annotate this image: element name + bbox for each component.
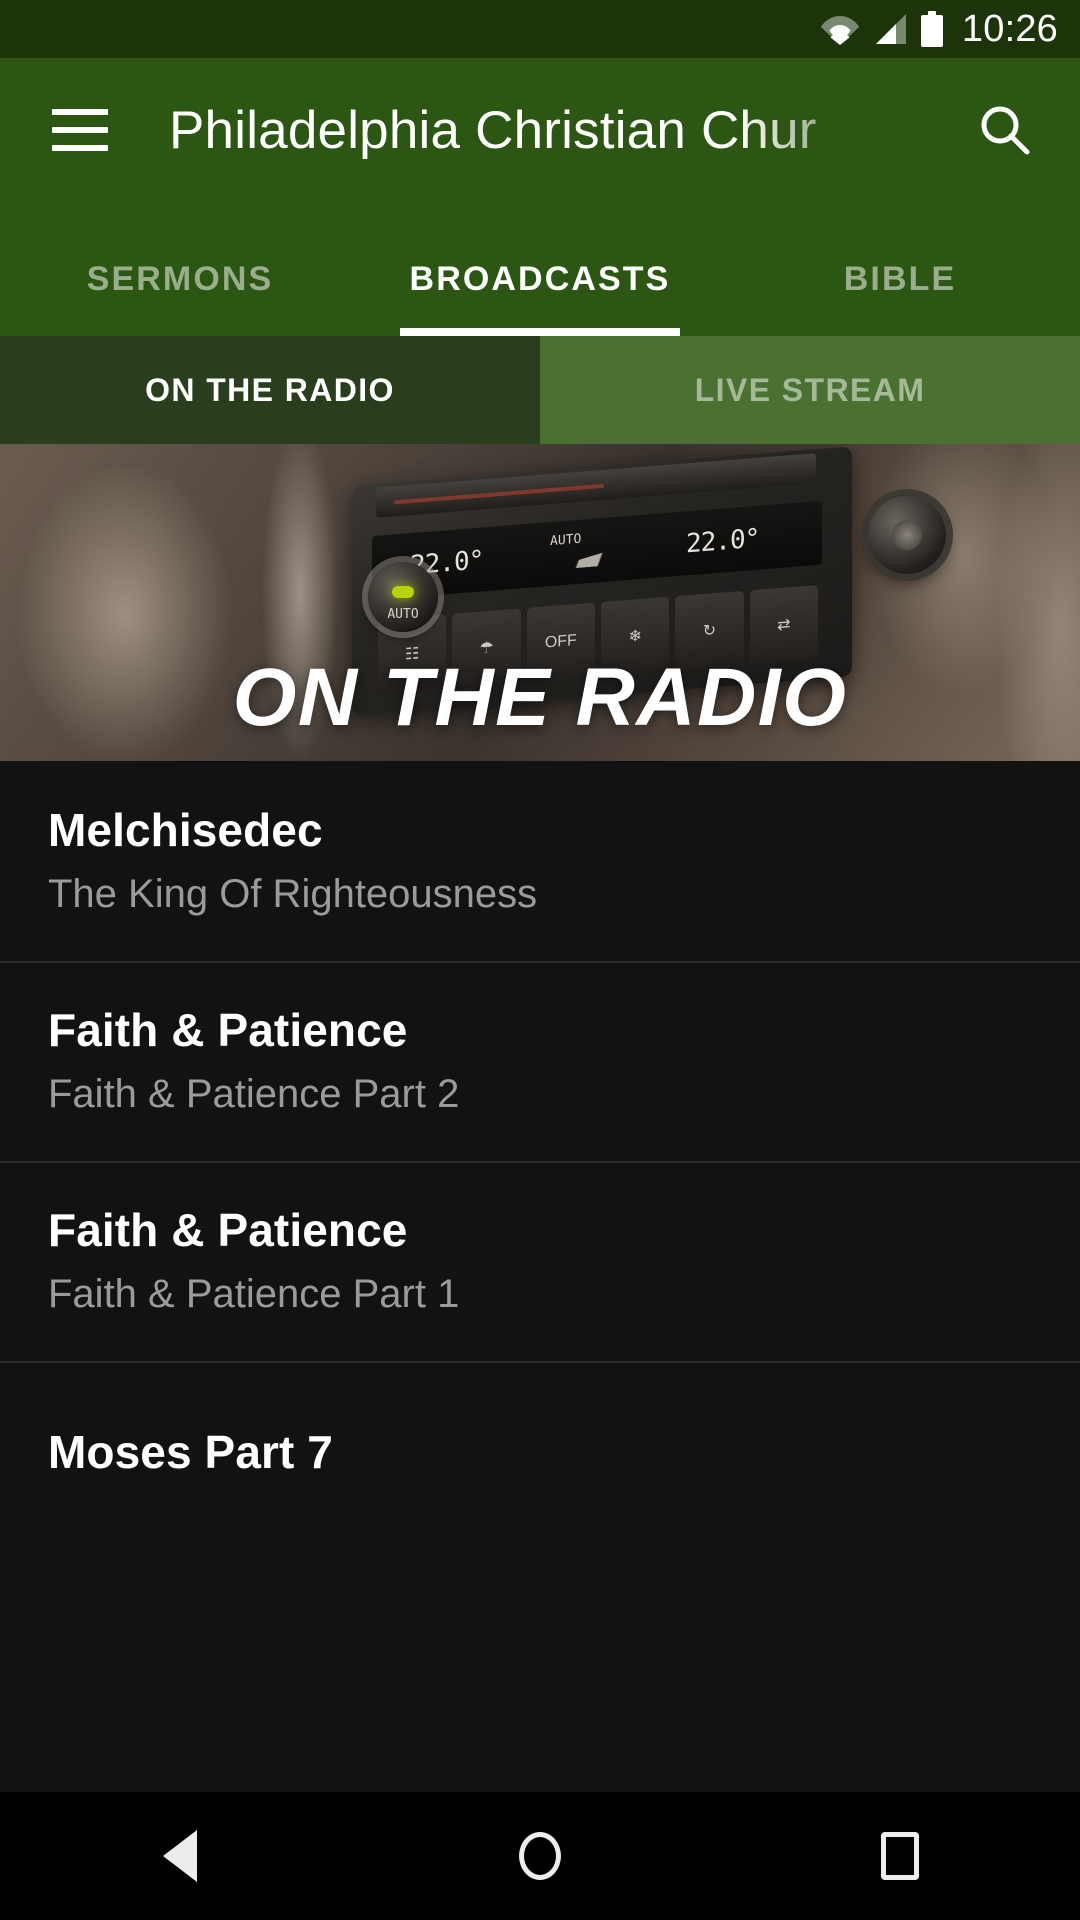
- subtab-on-the-radio[interactable]: ON THE RADIO: [0, 336, 540, 444]
- battery-body: [920, 15, 943, 47]
- hero-overlay-title: ON THE RADIO: [232, 652, 848, 743]
- list-item[interactable]: Faith & Patience Faith & Patience Part 1: [0, 1161, 1080, 1361]
- list-item-subtitle: Faith & Patience Part 2: [48, 1071, 460, 1116]
- wifi-icon: [820, 12, 859, 46]
- subtab-bar: ON THE RADIO LIVE STREAM: [0, 336, 1080, 444]
- app-root: 10:26 Philadelphia Christian Chur SERMON…: [0, 0, 1080, 1920]
- subtab-live-stream[interactable]: LIVE STREAM: [540, 336, 1080, 444]
- list-item-title: Moses Part 7: [48, 1426, 333, 1479]
- console-airflow-arrow-icon: [544, 545, 636, 570]
- subtab-label: ON THE RADIO: [145, 372, 395, 408]
- hamburger-menu-icon[interactable]: [52, 109, 108, 151]
- list-item-subtitle: The King Of Righteousness: [48, 871, 538, 916]
- list-item[interactable]: Moses Part 7: [0, 1361, 1080, 1561]
- list-item-title: Faith & Patience: [48, 1004, 408, 1057]
- hamburger-line: [52, 145, 108, 151]
- tab-sermons[interactable]: SERMONS: [0, 262, 360, 336]
- list-item[interactable]: Melchisedec The King Of Righteousness: [0, 761, 1080, 961]
- tab-active-indicator: [400, 328, 680, 336]
- list-item[interactable]: Faith & Patience Faith & Patience Part 2: [0, 961, 1080, 1161]
- list-item-subtitle: Faith & Patience Part 1: [48, 1271, 460, 1316]
- square-recents-icon: [881, 1832, 919, 1880]
- status-bar: 10:26: [0, 0, 1080, 58]
- tab-label: SERMONS: [86, 260, 274, 298]
- home-button[interactable]: [460, 1792, 620, 1920]
- console-auto-label: AUTO: [550, 531, 582, 550]
- tab-broadcasts[interactable]: BROADCASTS: [360, 262, 720, 336]
- broadcast-list: Melchisedec The King Of Righteousness Fa…: [0, 761, 1080, 1561]
- app-bar: Philadelphia Christian Chur: [0, 58, 1080, 202]
- tab-label: BROADCASTS: [409, 260, 671, 298]
- wifi-icon-svg: [820, 16, 859, 45]
- hamburger-line: [52, 109, 108, 115]
- android-navigation-bar: [0, 1792, 1080, 1920]
- tab-bible[interactable]: BIBLE: [720, 262, 1080, 336]
- cellular-signal-icon: [872, 12, 908, 46]
- temperature-right: 22.0°: [686, 523, 760, 560]
- console-auto-knob: AUTO: [368, 562, 438, 632]
- auto-knob-label: AUTO: [387, 607, 419, 622]
- circle-home-icon: [519, 1832, 561, 1880]
- cellular-signal-icon-svg: [875, 14, 906, 44]
- list-item-title: Melchisedec: [48, 804, 323, 857]
- auto-knob-led-icon: [392, 586, 414, 598]
- console-rotary-knob: [868, 496, 946, 574]
- battery-icon: [920, 11, 943, 47]
- tab-label: BIBLE: [843, 260, 957, 298]
- list-item-title: Faith & Patience: [48, 1204, 408, 1257]
- search-button[interactable]: [930, 58, 1080, 202]
- triangle-back-icon: [163, 1830, 197, 1882]
- search-icon: [981, 106, 1030, 155]
- recents-button[interactable]: [820, 1792, 980, 1920]
- primary-tab-bar: SERMONS BROADCASTS BIBLE: [0, 202, 1080, 336]
- hamburger-line: [52, 127, 108, 133]
- status-bar-clock: 10:26: [961, 8, 1058, 50]
- app-title-container: Philadelphia Christian Chur: [169, 58, 930, 202]
- hero-banner[interactable]: 22.0° AUTO 22.0° ☷ ☂ OFF ❄ ↻ ⇄ AUTO ON T…: [0, 444, 1080, 761]
- console-lcd-display: 22.0° AUTO 22.0°: [372, 500, 822, 601]
- page-title: Philadelphia Christian Chur: [169, 100, 817, 160]
- subtab-label: LIVE STREAM: [694, 372, 926, 408]
- status-icons: 10:26: [820, 8, 1058, 50]
- back-button[interactable]: [100, 1792, 260, 1920]
